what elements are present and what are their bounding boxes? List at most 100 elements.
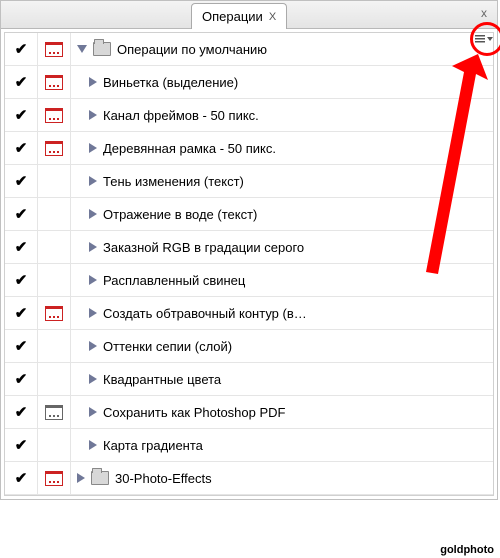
toggle-check[interactable]: ✔ (5, 462, 38, 494)
panel-tab[interactable]: Операции X (191, 3, 287, 29)
action-row[interactable]: ✔ Квадрантные цвета (5, 363, 493, 396)
chevron-right-icon[interactable] (89, 275, 97, 285)
toggle-check[interactable]: ✔ (5, 33, 38, 65)
tab-title: Операции (202, 9, 263, 24)
action-row[interactable]: ✔ Канал фреймов - 50 пикс. (5, 99, 493, 132)
dialog-icon (45, 75, 63, 90)
row-label: Оттенки сепии (слой) (103, 339, 232, 354)
row-content: Карта градиента (71, 429, 493, 461)
close-icon[interactable]: x (477, 7, 491, 21)
toggle-dialog[interactable] (38, 330, 71, 362)
toggle-check[interactable]: ✔ (5, 297, 38, 329)
chevron-right-icon[interactable] (89, 242, 97, 252)
toggle-check[interactable]: ✔ (5, 198, 38, 230)
chevron-right-icon[interactable] (89, 176, 97, 186)
actions-list: ✔ Операции по умолчанию ✔ Виньетка (выделен… (4, 32, 494, 496)
toggle-dialog[interactable] (38, 363, 71, 395)
toggle-check[interactable]: ✔ (5, 330, 38, 362)
chevron-right-icon[interactable] (89, 209, 97, 219)
check-icon: ✔ (15, 73, 28, 91)
toggle-check[interactable]: ✔ (5, 165, 38, 197)
row-content: Оттенки сепии (слой) (71, 330, 493, 362)
toggle-check[interactable]: ✔ (5, 66, 38, 98)
check-icon: ✔ (15, 304, 28, 322)
action-row[interactable]: ✔ Создать обтравочный контур (в… (5, 297, 493, 330)
check-icon: ✔ (15, 469, 28, 487)
toggle-check[interactable]: ✔ (5, 99, 38, 131)
check-icon: ✔ (15, 139, 28, 157)
row-label: Заказной RGB в градации серого (103, 240, 304, 255)
dialog-icon (45, 405, 63, 420)
action-row[interactable]: ✔ Карта градиента (5, 429, 493, 462)
chevron-right-icon[interactable] (89, 143, 97, 153)
toggle-dialog[interactable] (38, 297, 71, 329)
action-set-row[interactable]: ✔ Операции по умолчанию (5, 33, 493, 66)
toggle-dialog[interactable] (38, 165, 71, 197)
tab-close-icon[interactable]: X (269, 11, 276, 23)
action-row[interactable]: ✔ Расплавленный свинец (5, 264, 493, 297)
row-content: Квадрантные цвета (71, 363, 493, 395)
row-label: 30-Photo-Effects (115, 471, 212, 486)
row-content: Сохранить как Photoshop PDF (71, 396, 493, 428)
row-content: Тень изменения (текст) (71, 165, 493, 197)
row-content: Операции по умолчанию (71, 33, 493, 65)
toggle-dialog[interactable] (38, 462, 71, 494)
row-label: Деревянная рамка - 50 пикс. (103, 141, 276, 156)
actions-panel: Операции X x ✔ Операции по умолчанию ✔ Винь… (0, 0, 498, 500)
toggle-dialog[interactable] (38, 132, 71, 164)
chevron-down-icon[interactable] (77, 45, 87, 53)
folder-icon (91, 471, 109, 485)
toggle-check[interactable]: ✔ (5, 231, 38, 263)
dialog-icon (45, 42, 63, 57)
dialog-icon (45, 306, 63, 321)
toggle-check[interactable]: ✔ (5, 132, 38, 164)
action-row[interactable]: ✔ Оттенки сепии (слой) (5, 330, 493, 363)
chevron-right-icon[interactable] (89, 308, 97, 318)
chevron-right-icon[interactable] (89, 407, 97, 417)
row-content: Создать обтравочный контур (в… (71, 297, 493, 329)
row-label: Расплавленный свинец (103, 273, 245, 288)
toggle-dialog[interactable] (38, 429, 71, 461)
chevron-right-icon[interactable] (89, 440, 97, 450)
toggle-check[interactable]: ✔ (5, 396, 38, 428)
row-content: Заказной RGB в градации серого (71, 231, 493, 263)
action-set-row[interactable]: ✔ 30-Photo-Effects (5, 462, 493, 495)
toggle-dialog[interactable] (38, 33, 71, 65)
toggle-dialog[interactable] (38, 396, 71, 428)
chevron-right-icon[interactable] (77, 473, 85, 483)
folder-icon (93, 42, 111, 56)
row-label: Виньетка (выделение) (103, 75, 238, 90)
action-row[interactable]: ✔ Заказной RGB в градации серого (5, 231, 493, 264)
row-content: Канал фреймов - 50 пикс. (71, 99, 493, 131)
chevron-right-icon[interactable] (89, 374, 97, 384)
chevron-right-icon[interactable] (89, 110, 97, 120)
toggle-dialog[interactable] (38, 66, 71, 98)
row-label: Отражение в воде (текст) (103, 207, 257, 222)
toggle-check[interactable]: ✔ (5, 429, 38, 461)
chevron-right-icon[interactable] (89, 341, 97, 351)
toggle-dialog[interactable] (38, 198, 71, 230)
action-row[interactable]: ✔ Сохранить как Photoshop PDF (5, 396, 493, 429)
toggle-dialog[interactable] (38, 99, 71, 131)
row-label: Квадрантные цвета (103, 372, 221, 387)
toggle-dialog[interactable] (38, 264, 71, 296)
action-row[interactable]: ✔ Отражение в воде (текст) (5, 198, 493, 231)
action-row[interactable]: ✔ Деревянная рамка - 50 пикс. (5, 132, 493, 165)
chevron-right-icon[interactable] (89, 77, 97, 87)
check-icon: ✔ (15, 337, 28, 355)
row-label: Карта градиента (103, 438, 203, 453)
row-label: Сохранить как Photoshop PDF (103, 405, 286, 420)
action-row[interactable]: ✔ Тень изменения (текст) (5, 165, 493, 198)
row-content: Виньетка (выделение) (71, 66, 493, 98)
row-content: Деревянная рамка - 50 пикс. (71, 132, 493, 164)
titlebar: Операции X x (1, 1, 497, 29)
toggle-check[interactable]: ✔ (5, 264, 38, 296)
check-icon: ✔ (15, 205, 28, 223)
action-row[interactable]: ✔ Виньетка (выделение) (5, 66, 493, 99)
check-icon: ✔ (15, 172, 28, 190)
check-icon: ✔ (15, 403, 28, 421)
toggle-dialog[interactable] (38, 231, 71, 263)
panel-menu-button[interactable] (473, 31, 493, 47)
row-label: Операции по умолчанию (117, 42, 267, 57)
toggle-check[interactable]: ✔ (5, 363, 38, 395)
